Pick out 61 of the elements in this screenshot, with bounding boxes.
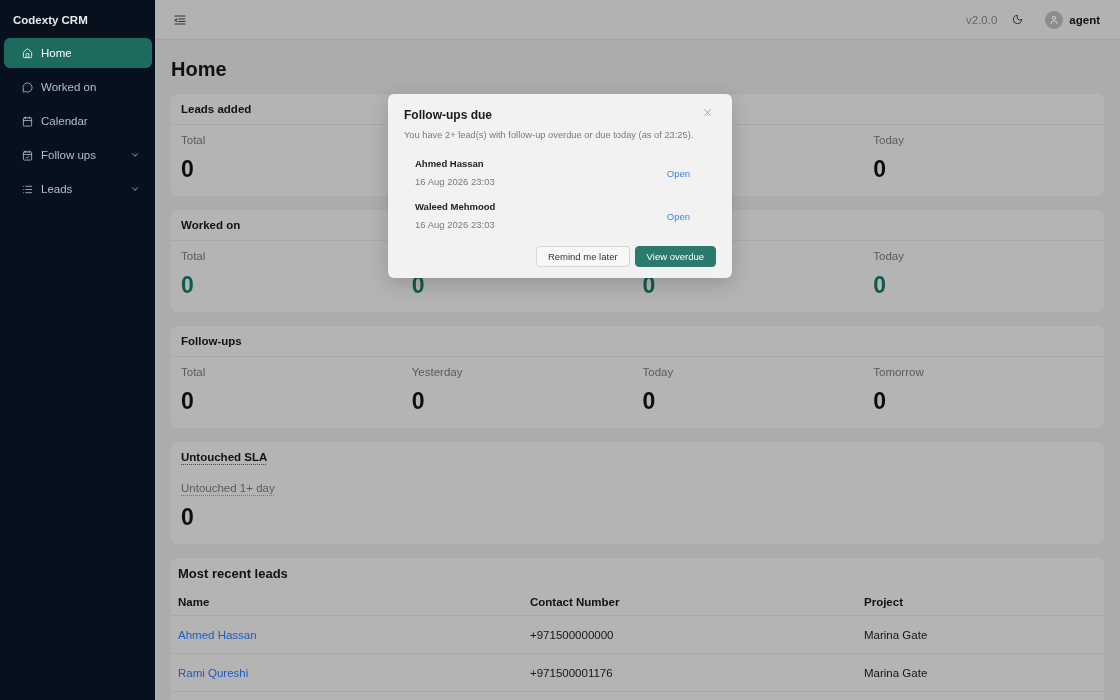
chevron-down-icon (130, 150, 140, 160)
nav-item[interactable]: Calendar (4, 106, 152, 136)
stat-label: Total (181, 133, 206, 147)
stat-value: 0 (181, 158, 194, 181)
column-header: Name (178, 595, 210, 608)
chat-bubble-icon (22, 81, 33, 93)
chevron-down-icon (130, 184, 140, 194)
due-date: 16 Aug 2026 23:03 (415, 175, 495, 189)
nav-item[interactable]: Follow ups (4, 140, 152, 170)
card-title: Follow-ups (181, 334, 242, 348)
calendar-icon (22, 115, 33, 127)
card-title: Worked on (181, 218, 241, 232)
card-title: Untouched SLA (181, 450, 268, 464)
stat-value: 0 (642, 390, 656, 413)
dialog-title: Follow-ups due (404, 107, 492, 123)
nav-item[interactable]: Worked on (4, 72, 152, 102)
stat-label: Untouched 1+ day (181, 481, 275, 495)
due-date: 16 Aug 2026 23:03 (415, 218, 495, 232)
lead-name: Waleed Mehmood (415, 200, 496, 214)
page-title: Home (171, 57, 227, 82)
open-link[interactable]: Open (666, 167, 690, 179)
stat-label: Today (873, 249, 904, 263)
table-cell: Marina Gate (864, 666, 928, 679)
table-cell: +971500001176 (530, 666, 613, 679)
stat-value: 0 (873, 390, 887, 413)
open-link[interactable]: Open (666, 210, 690, 222)
stat-value: 0 (411, 390, 425, 413)
stat-value: 0 (181, 274, 194, 297)
stat-label: Yesterday (411, 365, 463, 379)
calendar-check-icon (22, 149, 33, 161)
menu-button[interactable] (174, 14, 186, 25)
secondary-button[interactable]: Remind me later (535, 246, 630, 267)
stat-label: Total (181, 249, 206, 263)
primary-button[interactable]: View overdue (634, 246, 716, 267)
table-cell: +971500000000 (530, 628, 614, 641)
stat-label: Today (873, 133, 904, 147)
app-name: Codexty CRM (13, 13, 88, 27)
table-cell: Marina Gate (864, 628, 928, 641)
menu-icon (174, 14, 186, 25)
stat-label: Tomorrow (873, 365, 924, 379)
theme-toggle-button[interactable] (1012, 14, 1024, 25)
column-header: Project (864, 595, 903, 608)
nav-item[interactable]: Leads (4, 174, 152, 204)
list-icon (22, 183, 33, 195)
column-header: Contact Number (530, 595, 620, 608)
moon-icon (1012, 14, 1024, 25)
stat-label: Total (181, 365, 206, 379)
close-icon (702, 106, 713, 118)
home-icon (22, 47, 33, 59)
user-name[interactable]: agent (1069, 13, 1100, 26)
dialog-message: You have 2+ lead(s) with follow-up overdue or due today (as of 23:25). (404, 129, 695, 141)
stat-label: Today (642, 365, 674, 379)
stat-value: 0 (181, 506, 194, 529)
stat-value: 0 (873, 158, 887, 181)
lead-name: Ahmed Hassan (415, 157, 484, 171)
stat-value: 0 (181, 390, 194, 413)
card-title: Leads added (181, 102, 252, 116)
table-title: Most recent leads (178, 565, 288, 581)
nav-item[interactable]: Home (4, 38, 152, 68)
version-label: v2.0.0 (966, 13, 998, 26)
stat-value: 0 (873, 274, 887, 297)
